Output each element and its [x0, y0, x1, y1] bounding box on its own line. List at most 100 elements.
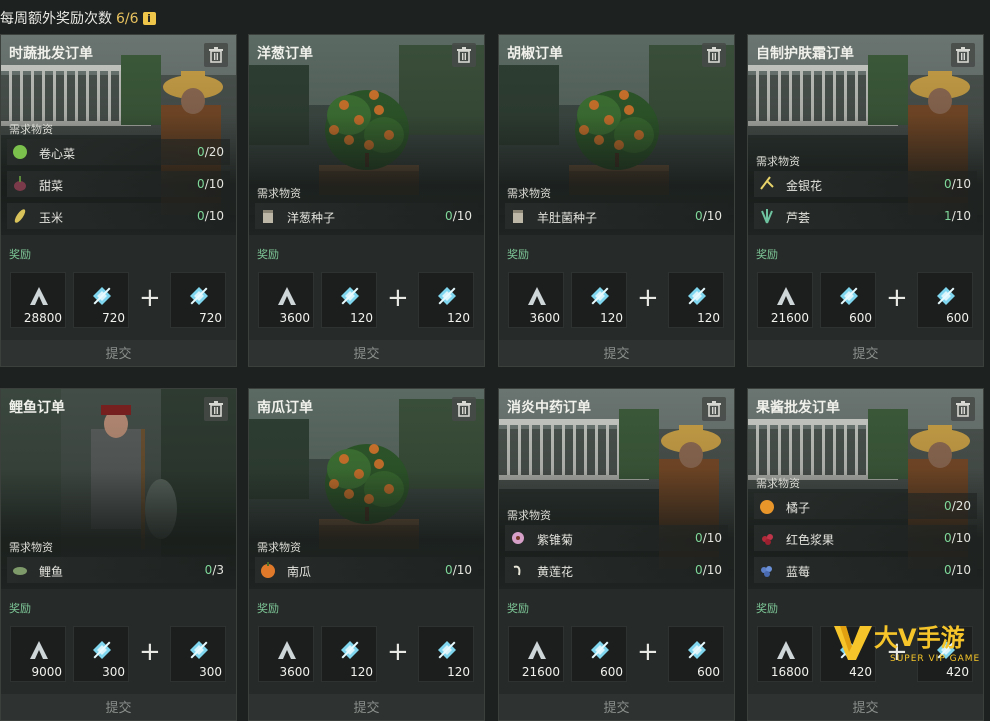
reward-crystal-bonus[interactable]: 300: [170, 626, 226, 682]
submit-button[interactable]: 提交: [1, 340, 236, 366]
reward-exp[interactable]: 21600: [508, 626, 564, 682]
reward-exp[interactable]: 9000: [10, 626, 66, 682]
order-title: 南瓜订单: [257, 400, 313, 416]
reward-exp[interactable]: 28800: [10, 272, 66, 328]
reward-crystal[interactable]: 720: [73, 272, 129, 328]
required-item-row[interactable]: 金银花 0/10: [754, 171, 977, 197]
submit-button[interactable]: 提交: [499, 694, 734, 720]
crystal-icon: [688, 287, 706, 305]
delete-order-button[interactable]: [452, 397, 476, 421]
submit-button[interactable]: 提交: [249, 694, 484, 720]
delete-order-button[interactable]: [951, 43, 975, 67]
item-progress: 0/10: [695, 563, 722, 577]
item-need-count: /3: [212, 563, 224, 577]
required-item-row[interactable]: 红色浆果 0/10: [754, 525, 977, 551]
required-item-row[interactable]: 鲤鱼 0/3: [7, 557, 230, 583]
delete-order-button[interactable]: [951, 397, 975, 421]
item-progress: 0/10: [197, 177, 224, 191]
submit-button[interactable]: 提交: [499, 340, 734, 366]
info-icon[interactable]: i: [142, 12, 156, 25]
watermark-text: 大V手游: [874, 624, 965, 652]
reward-crystal[interactable]: 120: [321, 272, 377, 328]
reward-amount: 28800: [23, 311, 62, 325]
item-need-count: /10: [951, 177, 971, 191]
required-item-row[interactable]: 蓝莓 0/10: [754, 557, 977, 583]
required-item-row[interactable]: 甜菜 0/10: [7, 171, 230, 197]
reward-crystal[interactable]: 300: [73, 626, 129, 682]
delete-order-button[interactable]: [204, 43, 228, 67]
required-label: 需求物资: [257, 187, 301, 200]
reward-exp[interactable]: 3600: [508, 272, 564, 328]
crystal-icon: [438, 287, 456, 305]
reward-exp[interactable]: 16800: [757, 626, 813, 682]
item-need-count: /20: [204, 145, 224, 159]
required-item-row[interactable]: 紫锥菊 0/10: [505, 525, 728, 551]
crystal-icon: [937, 287, 955, 305]
item-need-count: /10: [702, 531, 722, 545]
required-item-row[interactable]: 黄莲花 0/10: [505, 557, 728, 583]
blueberry-icon: [761, 566, 772, 577]
seed-bag-icon: [513, 210, 523, 223]
reward-crystal-bonus[interactable]: 600: [668, 626, 724, 682]
required-item-row[interactable]: 卷心菜 0/20: [7, 139, 230, 165]
required-item-row[interactable]: 洋葱种子 0/10: [255, 203, 478, 229]
required-item-row[interactable]: 羊肚菌种子 0/10: [505, 203, 728, 229]
reward-exp[interactable]: 21600: [757, 272, 813, 328]
weekly-bonus-text: 每周额外奖励次数: [0, 11, 112, 27]
reward-crystal[interactable]: 120: [571, 272, 627, 328]
reward-exp[interactable]: 3600: [258, 626, 314, 682]
crystal-icon: [93, 641, 111, 659]
reward-crystal[interactable]: 600: [820, 272, 876, 328]
item-have-count: 0: [197, 177, 205, 191]
corn-icon: [14, 209, 26, 223]
item-progress: 0/10: [445, 563, 472, 577]
reward-crystal-bonus[interactable]: 720: [170, 272, 226, 328]
submit-button[interactable]: 提交: [748, 340, 983, 366]
plus-icon: +: [139, 637, 161, 667]
order-title: 时蔬批发订单: [9, 46, 93, 62]
order-title: 果酱批发订单: [756, 400, 840, 416]
required-item-row[interactable]: 芦荟 1/10: [754, 203, 977, 229]
reward-label: 奖励: [507, 248, 529, 261]
watermark-logo: 大V手游 SUPER VIP GAME: [830, 616, 990, 682]
required-label: 需求物资: [756, 155, 800, 168]
reward-crystal-bonus[interactable]: 120: [668, 272, 724, 328]
reward-crystal-bonus[interactable]: 120: [418, 272, 474, 328]
item-have-count: 0: [445, 563, 453, 577]
submit-button[interactable]: 提交: [249, 340, 484, 366]
reward-crystal[interactable]: 600: [571, 626, 627, 682]
required-label: 需求物资: [507, 187, 551, 200]
required-item-row[interactable]: 玉米 0/10: [7, 203, 230, 229]
top-bar: 每周额外奖励次数 6/6 i: [0, 0, 990, 34]
order-card: 时蔬批发订单 需求物资 卷心菜 0/20 甜菜 0/10 玉米 0/10 奖励 28800 720 7…: [0, 34, 237, 367]
delete-order-button[interactable]: [702, 43, 726, 67]
item-progress: 0/20: [944, 499, 971, 513]
item-progress: 0/10: [197, 209, 224, 223]
item-need-count: /20: [951, 499, 971, 513]
reward-label: 奖励: [9, 248, 31, 261]
reward-amount: 600: [946, 311, 969, 325]
reward-amount: 3600: [279, 311, 310, 325]
reward-amount: 120: [447, 311, 470, 325]
reward-label: 奖励: [756, 602, 778, 615]
required-label: 需求物资: [9, 541, 53, 554]
crystal-icon: [438, 641, 456, 659]
reward-amount: 600: [849, 311, 872, 325]
reward-crystal[interactable]: 120: [321, 626, 377, 682]
crystal-icon: [840, 287, 858, 305]
submit-button[interactable]: 提交: [748, 694, 983, 720]
delete-order-button[interactable]: [702, 397, 726, 421]
reward-crystal-bonus[interactable]: 600: [917, 272, 973, 328]
seed-bag-icon: [263, 210, 273, 223]
reward-amount: 120: [350, 311, 373, 325]
required-item-row[interactable]: 南瓜 0/10: [255, 557, 478, 583]
submit-button[interactable]: 提交: [1, 694, 236, 720]
required-item-row[interactable]: 橘子 0/20: [754, 493, 977, 519]
item-name: 金银花: [786, 179, 823, 193]
delete-order-button[interactable]: [204, 397, 228, 421]
item-name: 橘子: [786, 501, 811, 515]
delete-order-button[interactable]: [452, 43, 476, 67]
reward-crystal-bonus[interactable]: 120: [418, 626, 474, 682]
watermark-v-icon: [834, 626, 872, 660]
reward-exp[interactable]: 3600: [258, 272, 314, 328]
